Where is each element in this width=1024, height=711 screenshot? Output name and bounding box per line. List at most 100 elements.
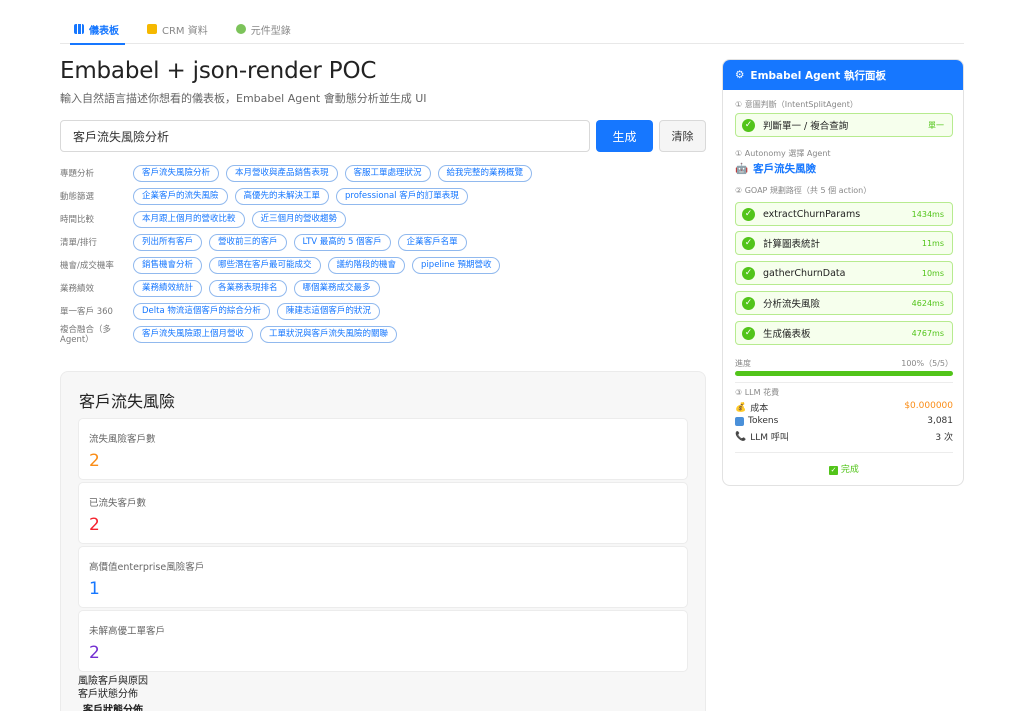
example-query-chip[interactable]: 本月營收與產品銷售表現 [226, 165, 338, 182]
llm-calls-value: 3 次 [935, 433, 953, 443]
progress-label: 進度 [735, 359, 751, 368]
robot-icon: 🤖 [735, 163, 749, 175]
example-query-chip[interactable]: 客服工單處理狀況 [344, 165, 431, 182]
example-query-chip[interactable]: 銷售機會分析 [133, 257, 203, 274]
tokens-value: 3,081 [927, 416, 953, 426]
step-name: 計算圖表統計 [763, 239, 821, 250]
example-query-chip[interactable]: 企業客戶的流失風險 [133, 188, 228, 205]
top-nav: 儀表板 CRM 資料 元件型錄 [60, 14, 964, 45]
selected-agent: 🤖 客戶流失風險 [735, 161, 816, 176]
tab-dashboard-label: 儀表板 [89, 25, 119, 37]
example-query-chip[interactable]: 工單狀況與客戶流失風險的關聯 [260, 326, 398, 343]
clear-button[interactable]: 清除 [659, 120, 706, 152]
step-result: 單一 [928, 120, 944, 130]
progress-bar-fill [735, 371, 953, 376]
stat-value: 2 [89, 643, 100, 663]
example-chip-group: 客戶流失風險分析 本月營收與產品銷售表現 客服工單處理狀況 給我完整的業務概覽 [133, 165, 533, 182]
progress-bar [735, 371, 953, 376]
stat-value: 2 [89, 451, 100, 471]
example-category-row: 專題分析 客戶流失風險分析 本月營收與產品銷售表現 客服工單處理狀況 給我完整的業務概覽 [60, 162, 706, 185]
example-chip-group: 企業客戶的流失風險 高優先的未解決工單 professional 客戶的訂單表現 [133, 188, 468, 205]
phone-icon: 📞 [735, 431, 747, 442]
example-category-row: 單一客戶 360 Delta 物流這個客戶的綜合分析 陳建志這個客戶的狀況 [60, 300, 706, 323]
checkbox-done-icon: ✓ [829, 466, 839, 475]
tokens-row: Tokens 3,081 [735, 416, 953, 426]
example-query-chip[interactable]: 高優先的未解決工單 [234, 188, 330, 205]
check-icon: ✓ [742, 266, 755, 280]
section-status-distribution: 客戶狀態分佈 [78, 689, 138, 700]
stat-value: 2 [89, 515, 100, 535]
example-category-row: 業務績效 業務績效統計 各業務表現排名 哪個業務成交最多 [60, 277, 706, 300]
progress-text: 100%（5/5） [901, 359, 953, 368]
example-category-label: 機會/成交機率 [60, 260, 114, 271]
agent-panel-title: Embabel Agent 執行面板 [750, 69, 886, 82]
step-name: extractChurnParams [763, 208, 861, 220]
step-time: 4767ms [911, 328, 944, 338]
stat-card-enterprise-risk: 高價值enterprise風險客戶 1 [78, 546, 688, 608]
example-category-label: 業務績效 [60, 283, 95, 294]
example-category-label: 複合融合（多 Agent） [60, 324, 112, 345]
example-query-chip[interactable]: 列出所有客戶 [133, 234, 203, 251]
action-step: ✓ 計算圖表統計 11ms [735, 231, 953, 255]
step-time: 1434ms [911, 209, 944, 219]
query-bar: 生成 清除 [60, 120, 706, 152]
example-query-chip[interactable]: 本月跟上個月的營收比較 [133, 211, 245, 228]
bar-chart-icon [74, 24, 84, 34]
divider [735, 382, 953, 383]
example-query-chip[interactable]: 客戶流失風險分析 [133, 165, 220, 182]
example-query-chip[interactable]: 陳建志這個客戶的狀況 [276, 303, 380, 320]
example-query-chip[interactable]: Delta 物流這個客戶的綜合分析 [133, 303, 270, 320]
autonomy-section-label: ① Autonomy 選擇 Agent [735, 149, 831, 158]
example-query-chip[interactable]: 哪些潛在客戶最可能成交 [209, 257, 321, 274]
money-bag-icon: 💰 [735, 402, 747, 413]
llm-calls-row: 📞 LLM 呼叫 3 次 [735, 430, 953, 444]
example-category-row: 時間比較 本月跟上個月的營收比較 近三個月的營收趨勢 [60, 208, 706, 231]
example-query-chip[interactable]: 近三個月的營收趨勢 [251, 211, 347, 228]
example-chip-group: 業務績效統計 各業務表現排名 哪個業務成交最多 [133, 280, 380, 297]
stat-label: 高價值enterprise風險客戶 [89, 562, 205, 573]
puzzle-icon [235, 24, 246, 34]
example-chip-group: 銷售機會分析 哪些潛在客戶最可能成交 議約階段的機會 pipeline 預期營收 [133, 257, 501, 274]
example-query-chip[interactable]: 議約階段的機會 [327, 257, 406, 274]
example-category-row: 複合融合（多 Agent） 客戶流失風險跟上個月營收 工單狀況與客戶流失風險的關聯 [60, 323, 706, 346]
result-title: 客戶流失風險 [79, 392, 176, 411]
llm-calls-key: LLM 呼叫 [750, 433, 789, 443]
folder-icon [147, 24, 157, 34]
example-category-label: 單一客戶 360 [60, 306, 113, 317]
tab-component-catalog[interactable]: 元件型錄 [222, 14, 305, 44]
action-step: ✓ gatherChurnData 10ms [735, 261, 953, 285]
stat-label: 已流失客戶數 [89, 498, 147, 509]
divider [735, 452, 953, 453]
example-query-chip[interactable]: 哪個業務成交最多 [293, 280, 380, 297]
example-category-row: 機會/成交機率 銷售機會分析 哪些潛在客戶最可能成交 議約階段的機會 pipeline … [60, 254, 706, 277]
intent-section-label: ① 意圖判斷（IntentSplitAgent） [735, 100, 858, 109]
example-query-chip[interactable]: professional 客戶的訂單表現 [336, 188, 468, 205]
gear-icon: ⚙ [735, 69, 745, 81]
check-icon: ✓ [742, 236, 755, 250]
example-chip-group: 本月跟上個月的營收比較 近三個月的營收趨勢 [133, 211, 347, 228]
example-query-chip[interactable]: 營收前三的客戶 [209, 234, 287, 251]
tab-dashboard[interactable]: 儀表板 [60, 14, 133, 45]
stat-label: 流失風險客戶數 [89, 434, 156, 445]
intent-step: ✓ 判斷單一 / 複合查詢 單一 [735, 113, 953, 137]
example-query-chip[interactable]: 企業客戶名單 [397, 234, 467, 251]
example-query-chip[interactable]: pipeline 預期營收 [412, 257, 501, 274]
query-input[interactable] [60, 120, 590, 152]
example-category-label: 時間比較 [60, 214, 95, 225]
example-query-chip[interactable]: 客戶流失風險跟上個月營收 [133, 326, 254, 343]
generate-button[interactable]: 生成 [596, 120, 653, 152]
stat-value: 1 [89, 579, 100, 599]
example-category-label: 清單/排行 [60, 237, 97, 248]
example-query-chip[interactable]: 給我完整的業務概覽 [437, 165, 533, 182]
result-panel: 客戶流失風險 流失風險客戶數 2 已流失客戶數 2 高價值enterprise風… [60, 371, 706, 711]
example-query-chip[interactable]: 各業務表現排名 [209, 280, 287, 297]
status-distribution-heading: 客戶狀態分佈 [83, 705, 143, 711]
action-step: ✓ 分析流失風險 4624ms [735, 291, 953, 315]
tab-crm-data-label: CRM 資料 [162, 25, 208, 37]
step-name: gatherChurnData [763, 267, 846, 279]
example-query-chip[interactable]: LTV 最高的 5 個客戶 [293, 234, 391, 251]
page-subtitle: 輸入自然語言描述你想看的儀表板，Embabel Agent 會動態分析並生成 U… [60, 92, 427, 105]
example-query-chip[interactable]: 業務績效統計 [133, 280, 203, 297]
tab-crm-data[interactable]: CRM 資料 [133, 14, 222, 44]
example-category-row: 動態篩選 企業客戶的流失風險 高優先的未解決工單 professional 客戶的訂單… [60, 185, 706, 208]
